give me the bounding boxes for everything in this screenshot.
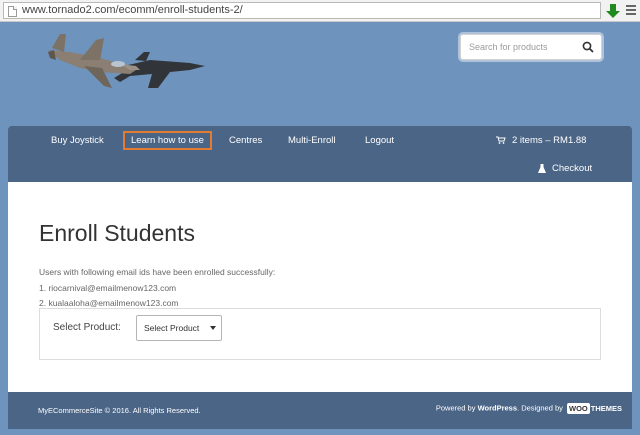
nav-logout[interactable]: Logout bbox=[365, 135, 394, 146]
success-message: Users with following email ids have been… bbox=[39, 267, 276, 277]
nav-learn-how-to-use[interactable]: Learn how to use bbox=[123, 131, 212, 150]
nav-buy-joystick[interactable]: Buy Joystick bbox=[51, 135, 104, 146]
product-search bbox=[460, 34, 602, 60]
list-item: 1. riocarnival@emailmenow123.com bbox=[39, 283, 177, 293]
product-select-panel: Select Product: Select Product bbox=[39, 308, 601, 360]
tornado-jet-logo[interactable] bbox=[40, 30, 210, 100]
powered-by: Powered by WordPress. Designed by WOO THE… bbox=[436, 403, 622, 414]
page-icon bbox=[8, 6, 17, 17]
search-input[interactable] bbox=[461, 35, 579, 59]
address-bar[interactable]: www.tornado2.com/ecomm/enroll-students-2… bbox=[3, 2, 601, 19]
cart-summary: 2 items – RM1.88 bbox=[512, 135, 587, 146]
woo-logo[interactable]: WOO bbox=[566, 403, 590, 414]
enrolled-email-list: 1. riocarnival@emailmenow123.com 2. kual… bbox=[39, 281, 179, 311]
nav-centres[interactable]: Centres bbox=[229, 135, 262, 146]
chevron-down-icon bbox=[210, 326, 216, 330]
flask-icon bbox=[538, 163, 546, 173]
browser-toolbar: www.tornado2.com/ecomm/enroll-students-2… bbox=[0, 0, 640, 22]
page-title: Enroll Students bbox=[39, 220, 195, 246]
main-nav: Buy Joystick Learn how to use Centres Mu… bbox=[8, 126, 632, 182]
copyright-text: MyECommerceSite © 2016. All Rights Reser… bbox=[38, 406, 201, 415]
woothemes-label[interactable]: THEMES bbox=[591, 404, 622, 413]
product-select-value: Select Product bbox=[144, 323, 200, 333]
site-footer: MyECommerceSite © 2016. All Rights Reser… bbox=[8, 392, 632, 429]
checkout-link[interactable]: Checkout bbox=[538, 163, 592, 174]
powered-prefix: Powered by bbox=[435, 403, 478, 413]
search-icon[interactable] bbox=[582, 41, 594, 53]
url-text: www.tornado2.com/ecomm/enroll-students-2… bbox=[22, 4, 243, 16]
wordpress-link[interactable]: WordPress bbox=[478, 403, 517, 412]
download-arrow-icon[interactable] bbox=[606, 3, 620, 19]
main-content: Enroll Students Users with following ema… bbox=[8, 182, 632, 392]
nav-multi-enroll[interactable]: Multi-Enroll bbox=[288, 135, 336, 146]
designed-by-text: . Designed by bbox=[517, 403, 565, 413]
product-label: Select Product: bbox=[53, 322, 121, 333]
cart-icon bbox=[496, 136, 506, 145]
product-select[interactable]: Select Product bbox=[136, 315, 222, 341]
menu-icon[interactable] bbox=[626, 5, 636, 15]
cart-link[interactable]: 2 items – RM1.88 bbox=[496, 135, 586, 146]
checkout-label: Checkout bbox=[552, 163, 593, 174]
